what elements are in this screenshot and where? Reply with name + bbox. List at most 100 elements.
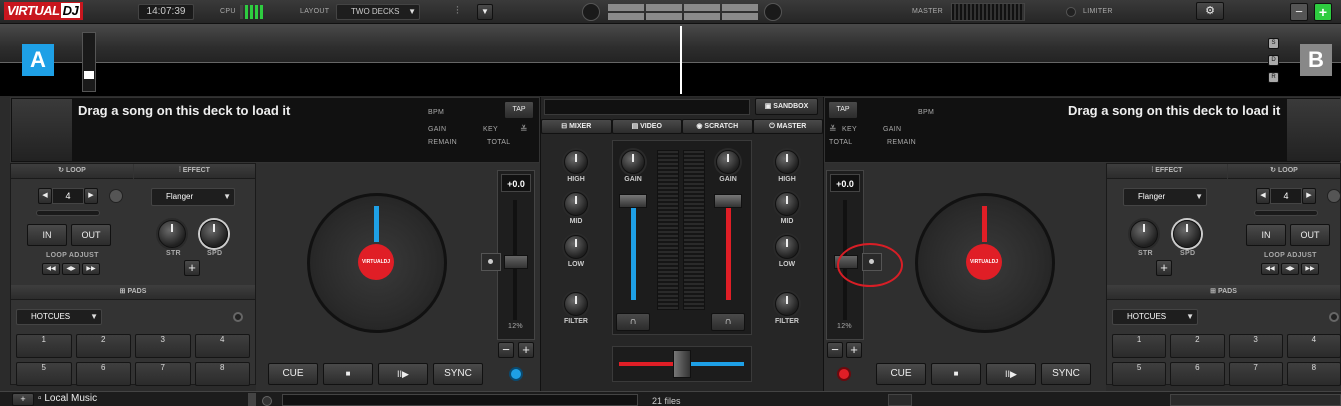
deck-a-effect-spd-knob[interactable]	[200, 220, 228, 248]
deck-a-loop-up-button[interactable]: ▶	[84, 188, 98, 204]
sandbox-button[interactable]: ▣ SANDBOX	[755, 98, 818, 115]
deck-b-loop-adjust-move-button[interactable]: ◀▶	[1281, 263, 1299, 275]
deck-b-gain-knob[interactable]	[716, 150, 740, 174]
settings-button[interactable]: ⚙	[1196, 2, 1224, 20]
limiter-led[interactable]	[1066, 7, 1076, 17]
waveform-overview[interactable]	[0, 24, 1341, 62]
tab-master[interactable]: ⏻ MASTER	[752, 119, 823, 134]
deck-a-high-knob[interactable]	[564, 150, 588, 174]
side-d-button[interactable]: D	[1268, 55, 1279, 66]
mixer-search-field[interactable]	[544, 99, 750, 115]
browser-sideview[interactable]	[1170, 394, 1341, 406]
deck-b-effect-add-button[interactable]: +	[1156, 260, 1172, 276]
deck-a-pad-8[interactable]: 8	[194, 362, 250, 386]
deck-a-pad-5[interactable]: 5	[16, 362, 72, 386]
deck-a-loop-roll-button[interactable]	[109, 189, 123, 203]
deck-a-pads-options-button[interactable]	[233, 312, 243, 322]
deck-b-pitch-plus-button[interactable]: +	[846, 342, 862, 358]
deck-b-loop-adjust-left-button[interactable]: ◀◀	[1261, 263, 1279, 275]
deck-b-low-knob[interactable]	[775, 235, 799, 259]
deck-a-pads-mode-select[interactable]: HOTCUES	[16, 309, 102, 325]
deck-a-headphone-button[interactable]: ∩	[616, 313, 650, 331]
tab-mixer[interactable]: ⊟ MIXER	[541, 119, 612, 134]
deck-b-pad-3[interactable]: 3	[1228, 334, 1283, 358]
deck-b-stop-button[interactable]: ■	[931, 363, 981, 385]
deck-b-loop-roll-button[interactable]	[1327, 189, 1341, 203]
deck-a-pitch-minus-button[interactable]: −	[498, 342, 514, 358]
deck-a-pad-6[interactable]: 6	[75, 362, 131, 386]
deck-b-pad-2[interactable]: 2	[1170, 334, 1225, 358]
layout-select[interactable]: TWO DECKS	[336, 4, 420, 20]
deck-a-effect-add-button[interactable]: +	[184, 260, 200, 276]
deck-b-volume-fader[interactable]	[714, 194, 742, 208]
deck-a-key-expand-icon[interactable]: ≚	[520, 124, 528, 135]
deck-a-pitch-slider[interactable]	[504, 255, 528, 269]
deck-b-play-pause-button[interactable]: II▶	[986, 363, 1036, 385]
deck-b-pad-6[interactable]: 6	[1170, 362, 1225, 386]
deck-b-loop-in-button[interactable]: IN	[1246, 224, 1286, 246]
deck-a-loop-adjust-left-button[interactable]: ◀◀	[42, 263, 60, 275]
deck-a-effect-select[interactable]: Flanger	[151, 188, 235, 206]
deck-a-pad-3[interactable]: 3	[135, 334, 191, 358]
deck-a-volume-fader[interactable]	[619, 194, 647, 208]
deck-b-sync-button[interactable]: SYNC	[1041, 363, 1091, 385]
deck-a-loop-in-button[interactable]: IN	[27, 224, 67, 246]
deck-b-effect-str-knob[interactable]	[1130, 220, 1158, 248]
deck-b-pad-4[interactable]: 4	[1286, 334, 1341, 358]
deck-a-sync-button[interactable]: SYNC	[433, 363, 483, 385]
deck-b-loop-up-button[interactable]: ▶	[1302, 188, 1316, 204]
deck-a-pad-2[interactable]: 2	[75, 334, 131, 358]
deck-b-filter-knob[interactable]	[775, 292, 799, 316]
deck-b-high-knob[interactable]	[775, 150, 799, 174]
deck-a-loop-out-button[interactable]: OUT	[71, 224, 111, 246]
minimize-button[interactable]: −	[1290, 3, 1308, 21]
deck-a-low-knob[interactable]	[564, 235, 588, 259]
deck-a-mid-knob[interactable]	[564, 192, 588, 216]
deck-b-loop-adjust-right-button[interactable]: ▶▶	[1301, 263, 1319, 275]
deck-a-filter-knob[interactable]	[564, 292, 588, 316]
deck-b-tap-button[interactable]: TAP	[828, 101, 858, 119]
side-s-button[interactable]: S	[1268, 38, 1279, 49]
deck-b-headphone-button[interactable]: ∩	[711, 313, 745, 331]
deck-a-loop-down-button[interactable]: ◀	[38, 188, 52, 204]
deck-b-pad-5[interactable]: 5	[1112, 362, 1167, 386]
deck-b-cue-button[interactable]: CUE	[876, 363, 926, 385]
deck-b-effect-select[interactable]: Flanger	[1123, 188, 1207, 206]
browser-view-button[interactable]	[888, 394, 912, 406]
side-r-button[interactable]: R	[1268, 72, 1279, 83]
browser-search-input[interactable]	[282, 394, 638, 406]
tab-video[interactable]: ▤ VIDEO	[611, 119, 682, 134]
crossfader-handle[interactable]	[673, 350, 691, 378]
deck-b-pad-8[interactable]: 8	[1286, 362, 1341, 386]
deck-b-mid-knob[interactable]	[775, 192, 799, 216]
deck-a-gain-knob[interactable]	[621, 150, 645, 174]
browser-folder[interactable]: ▫ Local Music	[38, 393, 97, 404]
deck-a-loop-adjust-move-button[interactable]: ◀▶	[62, 263, 80, 275]
deck-b-pads-options-button[interactable]	[1329, 312, 1339, 322]
deck-a-effect-str-knob[interactable]	[158, 220, 186, 248]
deck-a-pad-4[interactable]: 4	[194, 334, 250, 358]
deck-a-pad-7[interactable]: 7	[135, 362, 191, 386]
deck-b-sync-led[interactable]	[837, 367, 851, 381]
deck-a-cue-button[interactable]: CUE	[268, 363, 318, 385]
search-icon[interactable]	[262, 396, 272, 406]
browser-tree-scrollbar[interactable]	[248, 393, 256, 406]
maximize-button[interactable]: +	[1314, 3, 1332, 21]
deck-a-pitch-plus-button[interactable]: +	[518, 342, 534, 358]
browser-add-button[interactable]: +	[12, 393, 34, 406]
waveform-icon[interactable]: ⫶	[456, 5, 472, 19]
deck-b-pitch-minus-button[interactable]: −	[827, 342, 843, 358]
deck-b-loop-down-button[interactable]: ◀	[1256, 188, 1270, 204]
deck-a-pad-1[interactable]: 1	[16, 334, 72, 358]
deck-a-zoom-slider[interactable]	[82, 32, 96, 92]
deck-b-pads-mode-select[interactable]: HOTCUES	[1112, 309, 1198, 325]
waveform-dropdown-button[interactable]: ▼	[477, 4, 493, 20]
deck-a-tap-button[interactable]: TAP	[504, 101, 534, 119]
tab-scratch[interactable]: ◉ SCRATCH	[682, 119, 753, 134]
deck-a-play-pause-button[interactable]: II▶	[378, 363, 428, 385]
deck-a-loop-adjust-right-button[interactable]: ▶▶	[82, 263, 100, 275]
deck-b-pad-1[interactable]: 1	[1112, 334, 1167, 358]
deck-b-pad-7[interactable]: 7	[1228, 362, 1283, 386]
deck-b-key-expand-icon[interactable]: ≚	[829, 124, 837, 135]
deck-a-pitch-reset-button[interactable]	[481, 253, 501, 271]
